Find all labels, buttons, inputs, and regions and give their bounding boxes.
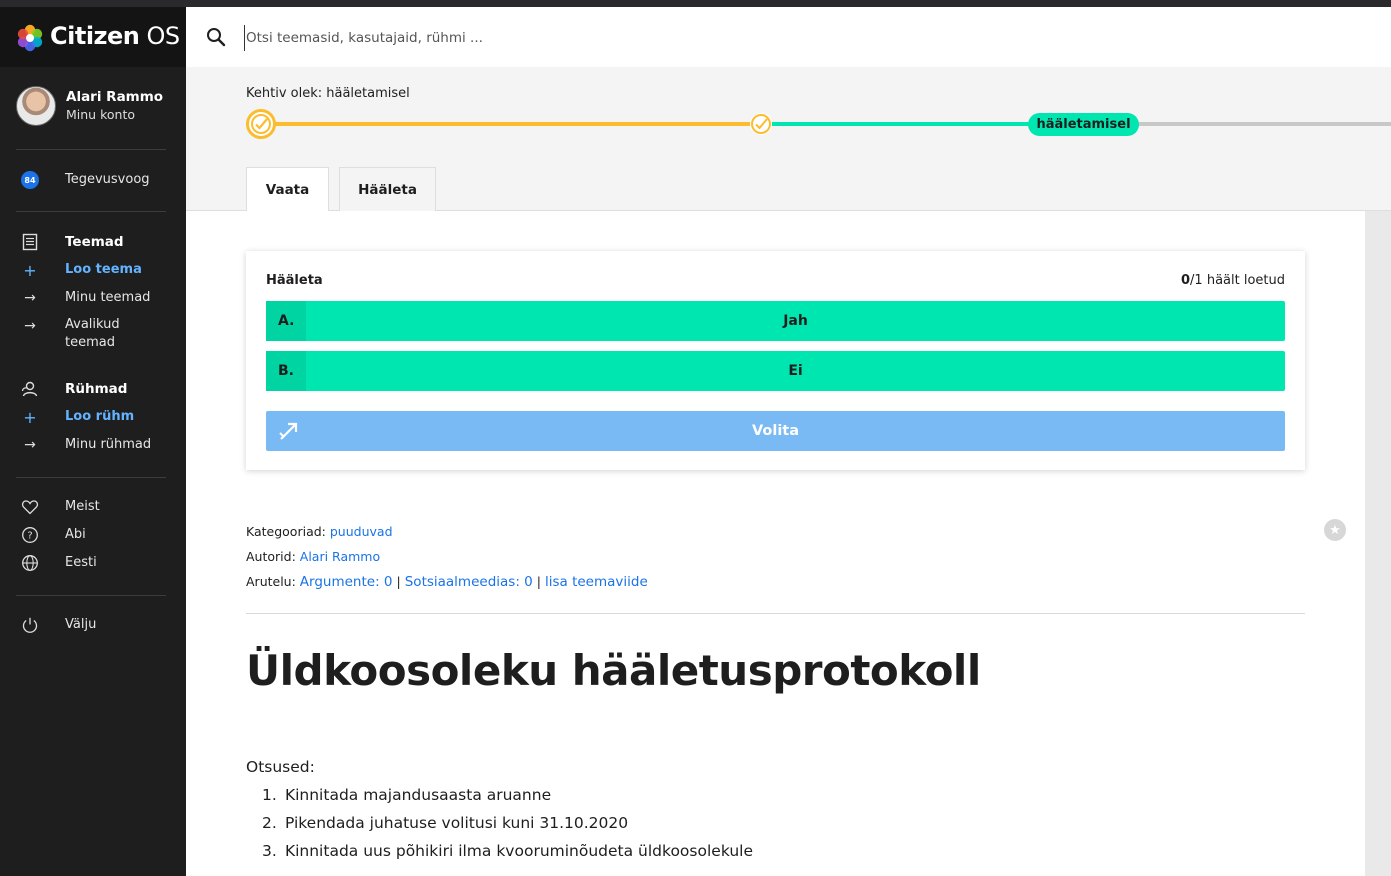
meta-authors: Autorid: Alari Rammo (246, 549, 381, 564)
option-letter: A. (266, 301, 306, 341)
sidebar-heading-groups[interactable]: Rühmad (16, 379, 176, 399)
avatar (16, 86, 56, 126)
sidebar-item-activity[interactable]: 84 Tegevusvoog (16, 170, 176, 190)
user-profile[interactable]: Alari Rammo Minu konto (16, 86, 176, 130)
sidebar-item-label: Välju (65, 617, 97, 632)
help-icon: ? (21, 526, 39, 544)
meta-discussion: Arutelu: Argumente: 0 | Sotsiaalmeedias: 0… (246, 574, 648, 590)
list-item: 3. Kinnitada uus põhikiri ilma kvoorumin… (262, 842, 753, 860)
arguments-link[interactable]: Argumente: 0 (300, 574, 393, 590)
topic-status-label: Kehtiv olek: hääletamisel (246, 86, 410, 101)
sidebar-item-label: Tegevusvoog (65, 172, 150, 187)
search-icon[interactable] (206, 27, 226, 47)
sidebar-item-language[interactable]: Eesti (16, 553, 176, 573)
sidebar-item-help[interactable]: ? Abi (16, 525, 176, 545)
sidebar-divider (16, 595, 166, 596)
social-link[interactable]: Sotsiaalmeedias: 0 (405, 574, 533, 590)
status-current-phase[interactable]: hääletamisel (1028, 113, 1139, 136)
meta-categories: Kategooriad: puuduvad (246, 524, 393, 539)
sidebar: Citizen OS Alari Rammo Minu konto 84 Teg… (0, 7, 186, 876)
sidebar-item-about[interactable]: Meist (16, 497, 176, 517)
sidebar-item-public-topics[interactable]: → Avalikud teemad (16, 316, 176, 350)
plus-icon: + (23, 407, 37, 427)
vote-option-no[interactable]: B. Ei (266, 351, 1285, 391)
check-circle-icon (251, 114, 271, 134)
sidebar-divider (16, 477, 166, 478)
check-circle-icon (751, 114, 771, 134)
sidebar-item-create-topic[interactable]: + Loo teema (16, 260, 176, 280)
sidebar-item-label: Minu rühmad (65, 437, 152, 452)
document-icon (21, 233, 39, 251)
sidebar-item-logout[interactable]: Välju (16, 615, 176, 635)
window-top-strip (0, 0, 1391, 7)
decisions-list: 1. Kinnitada majandusaasta aruanne 2. Pi… (246, 786, 753, 870)
sidebar-item-label: Avalikud teemad (65, 317, 120, 350)
tab-view[interactable]: Vaata (246, 167, 329, 211)
sidebar-item-create-group[interactable]: + Loo rühm (16, 407, 176, 427)
sidebar-heading-topics[interactable]: Teemad (16, 232, 176, 252)
status-track-done (260, 122, 762, 126)
sidebar-item-label: Eesti (65, 555, 97, 570)
vote-option-yes[interactable]: A. Jah (266, 301, 1285, 341)
arrow-right-icon: → (24, 290, 36, 306)
search-input[interactable] (244, 25, 844, 51)
sidebar-item-label: Loo rühm (65, 409, 135, 424)
scrollbar[interactable] (1365, 211, 1391, 876)
globe-icon (21, 554, 39, 572)
sidebar-item-label: Rühmad (65, 381, 128, 397)
sidebar-item-label: Minu teemad (65, 290, 151, 305)
sidebar-item-my-topics[interactable]: → Minu teemad (16, 288, 176, 308)
delegate-label: Volita (751, 423, 800, 439)
logo-text: Citizen OS (50, 22, 180, 50)
user-name: Alari Rammo (66, 89, 164, 105)
heart-icon (21, 498, 39, 516)
author-link[interactable]: Alari Rammo (300, 549, 380, 564)
sidebar-item-label: Loo teema (65, 262, 142, 277)
sidebar-item-my-groups[interactable]: → Minu rühmad (16, 435, 176, 455)
power-icon (21, 616, 39, 634)
option-label: Ei (788, 363, 803, 379)
sidebar-item-label: Abi (65, 527, 86, 542)
citizenos-logo-icon (17, 24, 43, 52)
list-item: 2. Pikendada juhatuse volitusi kuni 31.1… (262, 814, 629, 832)
topic-title: Üldkoosoleku hääletusprotokoll (246, 646, 981, 695)
arrow-right-icon: → (24, 318, 36, 334)
my-account-link[interactable]: Minu konto (66, 107, 135, 122)
categories-link[interactable]: puuduvad (330, 524, 393, 539)
status-node-inprogress[interactable] (246, 109, 276, 139)
vote-card-title: Hääleta (266, 273, 323, 288)
option-label: Jah (783, 313, 808, 329)
sidebar-divider (16, 211, 166, 212)
add-topic-link[interactable]: lisa teemaviide (545, 574, 648, 590)
arrow-right-icon: → (24, 437, 36, 453)
svg-text:?: ? (27, 531, 32, 542)
sidebar-item-label: Teemad (65, 234, 124, 250)
status-node-followup[interactable] (750, 113, 772, 135)
vote-count: 0/1 häält loetud (1181, 273, 1285, 288)
vote-card: Hääleta 0/1 häält loetud A. Jah B. Ei Vo… (246, 251, 1305, 470)
tab-vote[interactable]: Hääleta (339, 167, 436, 211)
activity-badge: 84 (21, 171, 39, 189)
plus-icon: + (23, 260, 37, 280)
list-item: 1. Kinnitada majandusaasta aruanne (262, 786, 552, 804)
favourite-star-icon[interactable]: ★ (1324, 519, 1346, 541)
sidebar-item-label: Meist (65, 499, 100, 514)
decisions-label: Otsused: (246, 758, 315, 776)
logo[interactable]: Citizen OS (0, 7, 186, 67)
sidebar-divider (16, 149, 166, 150)
group-icon (21, 380, 39, 398)
delegate-button[interactable]: Volita (266, 411, 1285, 451)
option-letter: B. (266, 351, 306, 391)
search-bar (186, 7, 1391, 67)
content-divider (246, 613, 1305, 614)
